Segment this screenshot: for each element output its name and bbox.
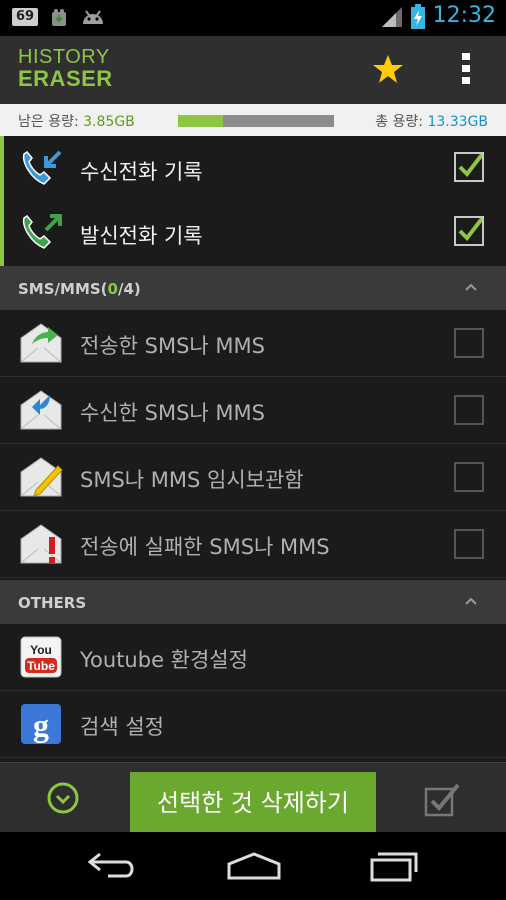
- bottom-action-bar: 선택한 것 삭제하기: [0, 762, 506, 834]
- android-icon: [83, 10, 103, 24]
- list-item-label: 전송한 SMS나 MMS: [80, 334, 265, 358]
- app-logo: HISTORY ERASER: [18, 46, 113, 90]
- sent-mail-icon: [20, 323, 62, 363]
- list-item-label: 수신한 SMS나 MMS: [80, 401, 265, 425]
- logo-line-2: ERASER: [18, 66, 113, 91]
- storage-usage-bar: [178, 115, 334, 127]
- checkbox-unchecked[interactable]: [454, 529, 484, 559]
- section-title: SMS/MMS(0/4): [18, 280, 141, 298]
- list-item-outgoing-calls[interactable]: 발신전화 기록: [0, 200, 506, 267]
- section-header-sms[interactable]: SMS/MMS(0/4): [0, 266, 506, 310]
- svg-text:Tube: Tube: [27, 659, 55, 673]
- list-item-label: Youtube 환경설정: [80, 648, 248, 672]
- section-title: OTHERS: [18, 594, 87, 612]
- svg-text:g: g: [33, 707, 49, 743]
- list-item-search-settings[interactable]: g 검색 설정: [0, 691, 506, 758]
- section-selected-count: 0: [107, 280, 118, 298]
- recent-apps-icon[interactable]: [368, 850, 420, 882]
- back-icon[interactable]: [86, 850, 138, 880]
- star-icon[interactable]: [372, 54, 404, 84]
- draft-mail-icon: [20, 457, 63, 497]
- list-item-label: SMS나 MMS 임시보관함: [80, 468, 304, 492]
- free-storage-value: 3.85GB: [83, 114, 135, 130]
- home-icon[interactable]: [226, 852, 282, 880]
- list-item-incoming-calls[interactable]: 수신전화 기록: [0, 136, 506, 203]
- free-storage: 남은 용량: 3.85GB: [18, 111, 135, 131]
- logo-line-1: HISTORY: [18, 46, 110, 68]
- incoming-call-icon: [22, 150, 62, 185]
- delete-selected-button[interactable]: 선택한 것 삭제하기: [130, 772, 376, 834]
- failed-mail-icon: [20, 524, 62, 564]
- collapse-caret-icon[interactable]: [464, 590, 478, 612]
- section-title-suffix: /4): [117, 280, 141, 298]
- list-item-sent-sms[interactable]: 전송한 SMS나 MMS: [0, 310, 506, 377]
- battery-charging-icon: [411, 4, 425, 29]
- checkbox-checked[interactable]: [454, 152, 484, 182]
- download-icon: [52, 9, 66, 26]
- list-item-label: 전송에 실패한 SMS나 MMS: [80, 535, 330, 559]
- section-header-others[interactable]: OTHERS: [0, 580, 506, 624]
- checkbox-unchecked[interactable]: [454, 328, 484, 358]
- section-title-prefix: SMS/MMS(: [18, 280, 108, 298]
- outgoing-call-icon: [22, 214, 62, 249]
- list-item-received-sms[interactable]: 수신한 SMS나 MMS: [0, 377, 506, 444]
- svg-text:You: You: [30, 643, 52, 657]
- list-item-label: 수신전화 기록: [80, 160, 203, 184]
- checkbox-unchecked[interactable]: [454, 395, 484, 425]
- signal-icon: [382, 7, 402, 27]
- total-storage-label: 총 용량:: [375, 114, 423, 130]
- list-item-draft-sms[interactable]: SMS나 MMS 임시보관함: [0, 444, 506, 511]
- total-storage: 총 용량: 13.33GB: [375, 111, 488, 131]
- overflow-menu-icon[interactable]: [458, 52, 474, 86]
- storage-info: 남은 용량: 3.85GB 총 용량: 13.33GB: [0, 104, 506, 136]
- system-nav-bar: [0, 832, 506, 900]
- storage-usage-fill: [178, 115, 224, 127]
- checkbox-unchecked[interactable]: [454, 462, 484, 492]
- action-bar: HISTORY ERASER: [0, 36, 506, 105]
- free-storage-label: 남은 용량:: [18, 114, 79, 130]
- youtube-icon: You Tube: [20, 636, 62, 678]
- received-mail-icon: [20, 390, 62, 430]
- notification-count-badge: 69: [12, 8, 38, 26]
- checkbox-checked[interactable]: [454, 216, 484, 246]
- select-all-icon[interactable]: [424, 783, 460, 817]
- total-storage-value: 13.33GB: [427, 114, 488, 130]
- google-search-icon: g: [21, 704, 61, 744]
- collapse-caret-icon[interactable]: [464, 276, 478, 298]
- clock: 12:32: [432, 3, 496, 28]
- list-item-label: 검색 설정: [80, 715, 164, 739]
- status-bar: 69 12:32: [0, 0, 506, 36]
- expand-all-icon[interactable]: [46, 781, 80, 815]
- list-item-youtube-settings[interactable]: You Tube Youtube 환경설정: [0, 624, 506, 691]
- list-item-failed-sms[interactable]: 전송에 실패한 SMS나 MMS: [0, 511, 506, 578]
- list-item-label: 발신전화 기록: [80, 224, 203, 248]
